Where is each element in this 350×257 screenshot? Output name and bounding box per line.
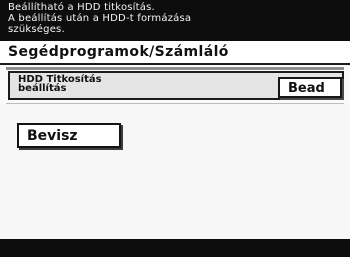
divider	[6, 67, 344, 70]
setting-label: HDD Titkosítás beállítás	[18, 75, 102, 94]
setting-value-text: Bead	[288, 81, 325, 96]
enter-button[interactable]: Bevisz	[17, 123, 121, 148]
breadcrumb: Segédprogramok/Számláló	[0, 41, 350, 65]
setting-value-button[interactable]: Bead	[278, 77, 342, 98]
setting-label-line-2: beállítás	[18, 83, 67, 94]
footer-bar	[0, 239, 350, 257]
info-line-2: A beállítás után a HDD-t formázása	[8, 13, 192, 24]
enter-button-label: Bevisz	[27, 128, 78, 144]
info-header: Beállítható a HDD titkosítás. A beállítá…	[0, 0, 350, 41]
info-line-3: szükséges.	[8, 24, 65, 35]
info-line-1: Beállítható a HDD titkosítás.	[8, 2, 155, 13]
device-screen: Beállítható a HDD titkosítás. A beállítá…	[0, 0, 350, 257]
divider-2	[6, 103, 344, 104]
hdd-encryption-setting: HDD Titkosítás beállítás Bead	[8, 71, 344, 100]
breadcrumb-text: Segédprogramok/Számláló	[8, 44, 229, 60]
